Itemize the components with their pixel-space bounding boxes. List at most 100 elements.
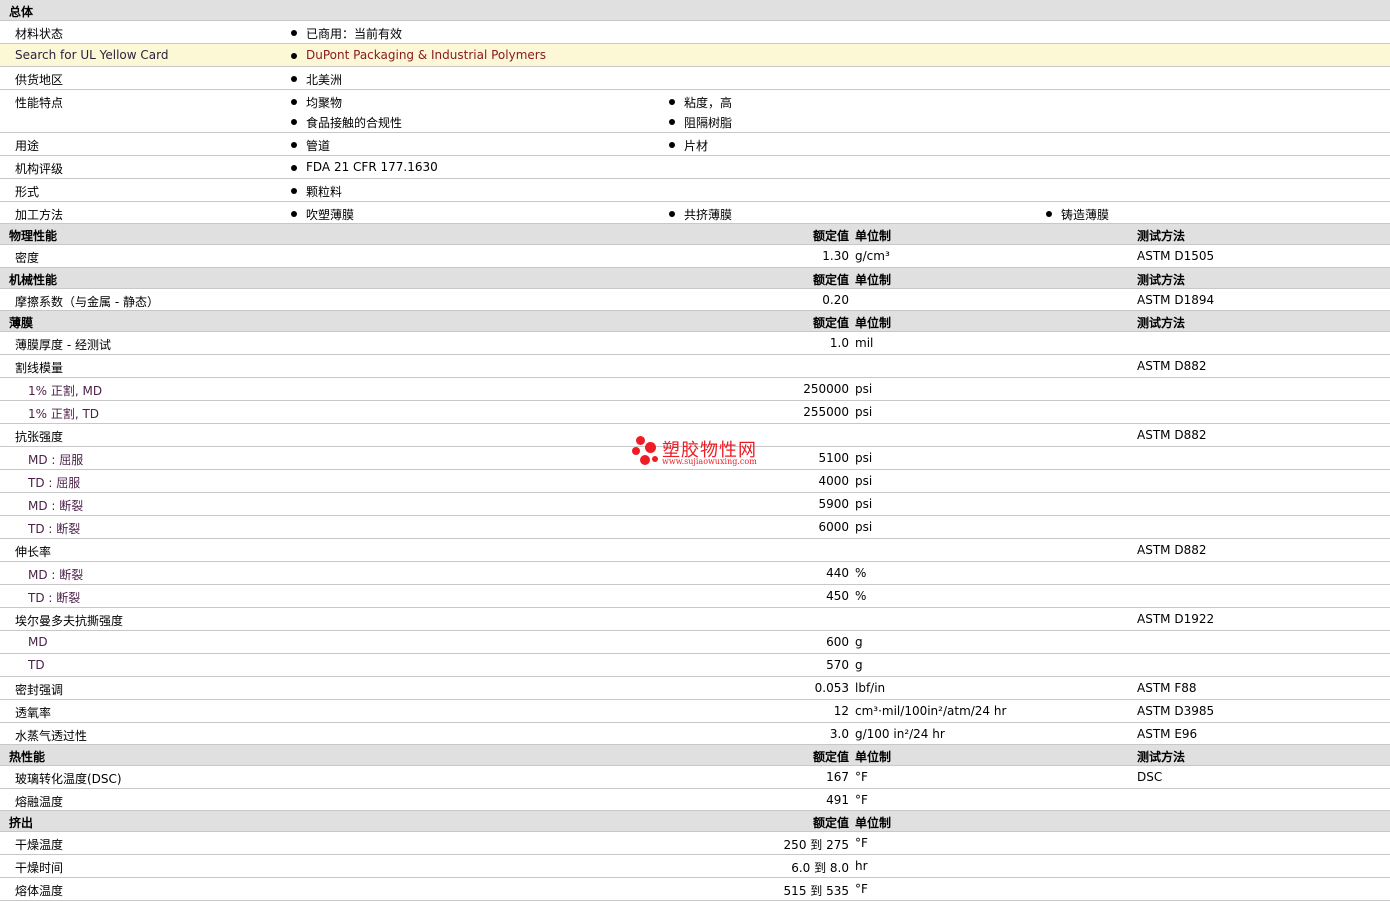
ul-yellow-card-link[interactable]: Search for UL Yellow Card (15, 48, 168, 62)
property-label: 熔体温度 (15, 884, 64, 898)
nominal-value: 255000 (803, 405, 849, 419)
property-row: 干燥时间 6.0 到 8.0 hr (0, 855, 1390, 878)
property-row: 水蒸气透过性 3.0 g/100 in²/24 hr ASTM E96 (0, 723, 1390, 745)
property-row: 埃尔曼多夫抗撕强度 ASTM D1922 (0, 608, 1390, 631)
property-label: 割线模量 (15, 361, 64, 375)
test-method: ASTM D3985 (1137, 704, 1215, 718)
general-row-processing: 加工方法 吹塑薄膜 共挤薄膜 铸造薄膜 (0, 202, 1390, 224)
bullet-icon (291, 211, 297, 217)
nominal-value: 0.053 (814, 681, 849, 695)
general-row-ul-yellow-card: Search for UL Yellow Card DuPont Packagi… (0, 44, 1390, 67)
film-rows: 薄膜厚度 - 经测试 1.0 mil 割线模量 ASTM D882 1% 正割, MD 25… (0, 332, 1390, 745)
property-label: 埃尔曼多夫抗撕强度 (15, 614, 124, 628)
nominal-value: 250000 (803, 382, 849, 396)
property-row: 伸长率 ASTM D882 (0, 539, 1390, 562)
property-row: 割线模量 ASTM D882 (0, 355, 1390, 378)
unit-value: cm³·mil/100in²/atm/24 hr (855, 704, 1007, 718)
unit-value: psi (855, 497, 873, 511)
nominal-value: 5100 (818, 451, 849, 465)
test-method: ASTM D1505 (1137, 249, 1215, 263)
test-method: ASTM E96 (1137, 727, 1198, 741)
property-row: MD 600 g (0, 631, 1390, 654)
unit-header: 单位制 (855, 816, 892, 830)
property-row: 薄膜厚度 - 经测试 1.0 mil (0, 332, 1390, 355)
bullet-icon (669, 119, 675, 125)
row-label: 性能特点 (15, 96, 64, 110)
unit-header: 单位制 (855, 316, 892, 330)
sub-property-label: TD : 屈服 (28, 476, 81, 490)
property-row: MD : 断裂 440% (0, 562, 1390, 585)
test-method: ASTM D882 (1137, 543, 1207, 557)
general-row-agency: 机构评级 FDA 21 CFR 177.1630 (0, 156, 1390, 179)
extrusion-rows: 干燥温度 250 到 275 °F 干燥时间 6.0 到 8.0 hr 熔体温度 515 到 … (0, 832, 1390, 901)
row-value: 共挤薄膜 (684, 208, 733, 222)
datasheet: 总体 材料状态 已商用：当前有效 Search for UL Yellow Ca… (0, 0, 1390, 901)
sub-property-label: 1% 正割, MD (28, 384, 103, 398)
property-row: 熔融温度 491 °F (0, 789, 1390, 811)
nominal-value: 6000 (818, 520, 849, 534)
property-row: 1% 正割, MD 250000 psi (0, 378, 1390, 401)
section-thermal-header: 热性能 额定值 单位制 测试方法 (0, 745, 1390, 766)
unit-value: psi (855, 520, 873, 534)
property-label: 玻璃转化温度(DSC) (15, 772, 122, 786)
row-value: 均聚物 (306, 96, 343, 110)
bullet-icon (291, 188, 297, 194)
property-label: 伸长率 (15, 545, 52, 559)
section-title: 热性能 (9, 750, 46, 764)
property-row: MD : 屈服 5100 psi (0, 447, 1390, 470)
row-label: 加工方法 (15, 208, 64, 222)
section-title: 机械性能 (9, 273, 58, 287)
property-row: 透氧率 12 cm³·mil/100in²/atm/24 hr ASTM D3985 (0, 700, 1390, 723)
property-label: 水蒸气透过性 (15, 729, 88, 743)
row-value: 已商用：当前有效 (306, 27, 403, 41)
method-header: 测试方法 (1137, 750, 1186, 764)
bullet-icon (669, 142, 675, 148)
bullet-icon (669, 99, 675, 105)
nominal-value: 515 到 535 (783, 884, 849, 898)
row-value: 阻隔树脂 (684, 116, 733, 130)
test-method: ASTM D1894 (1137, 293, 1215, 307)
section-title: 总体 (9, 5, 34, 19)
nominal-header: 额定值 (812, 273, 849, 287)
method-header: 测试方法 (1137, 316, 1186, 330)
unit-value: g/100 in²/24 hr (855, 727, 945, 741)
nominal-value: 0.20 (822, 293, 849, 307)
nominal-header: 额定值 (812, 316, 849, 330)
unit-value: % (855, 566, 867, 580)
nominal-value: 1.30 (822, 249, 849, 263)
bullet-icon (1046, 211, 1052, 217)
row-value: 食品接触的合规性 (306, 116, 403, 130)
section-title: 薄膜 (9, 316, 34, 330)
general-row-status: 材料状态 已商用：当前有效 (0, 21, 1390, 44)
row-label: 机构评级 (15, 162, 64, 176)
sub-property-label: MD : 屈服 (28, 453, 84, 467)
property-row: 玻璃转化温度(DSC) 167 °F DSC (0, 766, 1390, 789)
row-label: 形式 (15, 185, 40, 199)
unit-value: psi (855, 474, 873, 488)
unit-value: % (855, 589, 867, 603)
nominal-value: 5900 (818, 497, 849, 511)
test-method: ASTM F88 (1137, 681, 1197, 695)
general-row-uses: 用途 管道 片材 (0, 133, 1390, 156)
nominal-header: 额定值 (812, 816, 849, 830)
bullet-icon (291, 99, 297, 105)
row-value: 北美洲 (306, 73, 343, 87)
property-row: 抗张强度 ASTM D882 (0, 424, 1390, 447)
thermal-rows: 玻璃转化温度(DSC) 167 °F DSC 熔融温度 491 °F (0, 766, 1390, 811)
nominal-value: 450 (826, 589, 849, 603)
property-label: 薄膜厚度 - 经测试 (15, 338, 111, 352)
property-label: 密封强调 (15, 683, 64, 697)
unit-header: 单位制 (855, 750, 892, 764)
property-row: 1% 正割, TD 255000 psi (0, 401, 1390, 424)
property-label: 干燥温度 (15, 838, 64, 852)
section-physical-header: 物理性能 额定值 单位制 测试方法 (0, 224, 1390, 245)
supplier-link[interactable]: DuPont Packaging & Industrial Polymers (306, 48, 546, 62)
nominal-value: 3.0 (829, 727, 849, 741)
physical-rows: 密度 1.30 g/cm³ ASTM D1505 (0, 245, 1390, 268)
row-value: 吹塑薄膜 (306, 208, 355, 222)
property-row: TD : 屈服 4000 psi (0, 470, 1390, 493)
unit-value: mil (855, 336, 874, 350)
bullet-icon (669, 211, 675, 217)
row-value: 管道 (306, 139, 331, 153)
property-row: 干燥温度 250 到 275 °F (0, 832, 1390, 855)
